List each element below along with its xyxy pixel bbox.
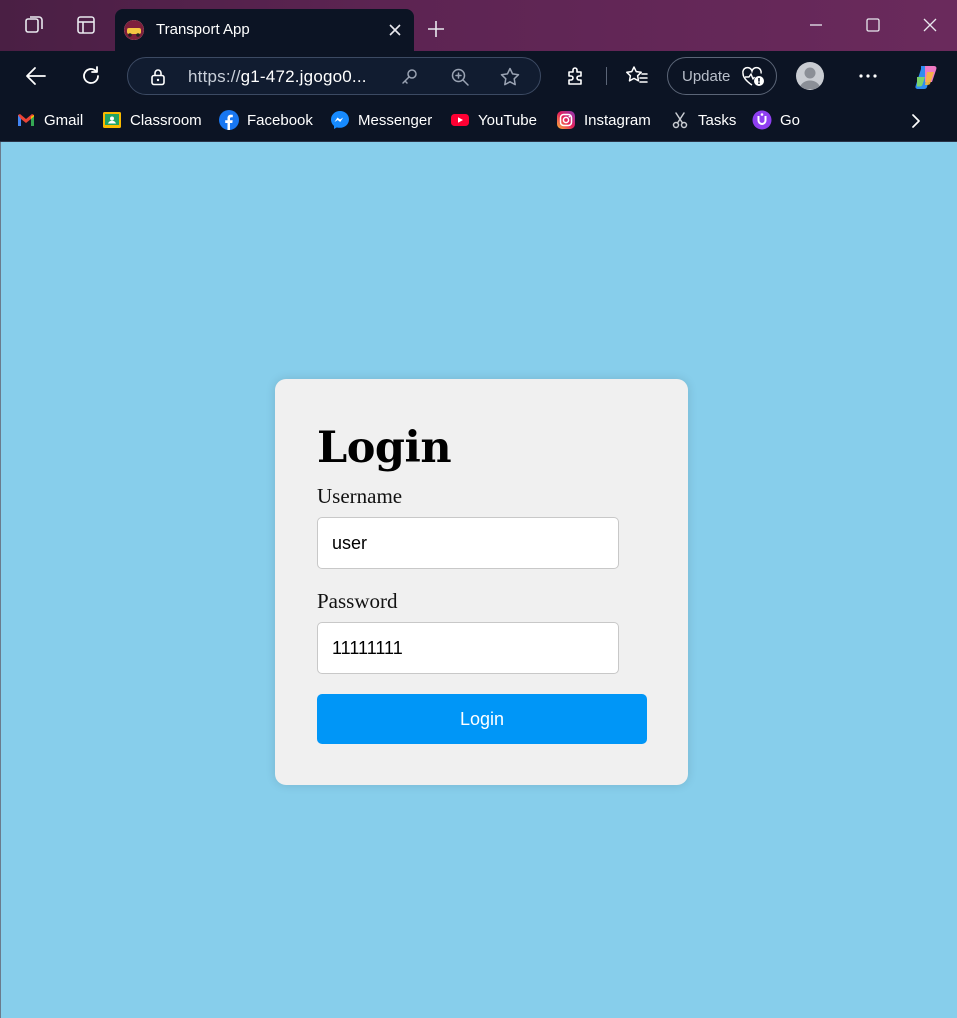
browser-titlebar: Transport App xyxy=(0,0,957,51)
active-tab[interactable]: Transport App xyxy=(115,9,414,51)
more-options-icon[interactable] xyxy=(855,63,881,89)
copilot-icon[interactable] xyxy=(912,63,938,89)
password-label: Password xyxy=(317,589,398,613)
bookmark-label: Facebook xyxy=(247,111,313,129)
workspaces-icon[interactable] xyxy=(23,14,45,36)
username-input[interactable] xyxy=(317,517,619,569)
youtube-icon xyxy=(450,110,470,130)
lock-icon[interactable] xyxy=(148,67,168,87)
zoom-icon[interactable] xyxy=(450,67,470,87)
bookmark-classroom[interactable]: Classroom xyxy=(102,109,202,131)
address-bar[interactable]: https://g1-472.jgogo0... xyxy=(127,57,541,95)
update-button[interactable]: Update xyxy=(667,57,777,95)
go-icon xyxy=(752,110,772,130)
health-alert-icon xyxy=(741,66,765,88)
login-button[interactable]: Login xyxy=(317,694,647,744)
key-icon[interactable] xyxy=(399,67,419,87)
tasks-icon xyxy=(670,110,690,130)
messenger-icon xyxy=(330,110,350,130)
bookmarks-bar: Gmail Classroom Facebook Messenger YouTu… xyxy=(0,101,957,142)
bookmark-go[interactable]: Go xyxy=(752,109,800,131)
favorite-star-icon[interactable] xyxy=(499,66,521,88)
bookmark-label: Messenger xyxy=(358,111,433,129)
page-viewport: Login Username Password Login xyxy=(0,142,957,1018)
refresh-icon[interactable] xyxy=(78,63,104,89)
bookmark-instagram[interactable]: Instagram xyxy=(556,109,651,131)
bookmark-label: Tasks xyxy=(698,111,737,129)
maximize-icon[interactable] xyxy=(862,14,884,36)
favorites-icon[interactable] xyxy=(624,63,650,89)
bookmark-messenger[interactable]: Messenger xyxy=(330,109,432,131)
bookmark-label: Gmail xyxy=(44,111,84,129)
bookmark-label: Classroom xyxy=(130,111,202,129)
login-card: Login Username Password Login xyxy=(275,379,688,785)
tab-title: Transport App xyxy=(156,21,250,38)
url-scheme: https:// xyxy=(188,67,241,86)
bookmark-label: YouTube xyxy=(478,111,537,129)
bookmark-tasks[interactable]: Tasks xyxy=(670,109,736,131)
bookmark-gmail[interactable]: Gmail xyxy=(16,109,83,131)
back-arrow-icon[interactable] xyxy=(23,63,49,89)
profile-avatar-icon[interactable] xyxy=(796,62,824,90)
login-heading: Login xyxy=(317,423,452,473)
bookmark-label: Instagram xyxy=(584,111,651,129)
bookmark-facebook[interactable]: Facebook xyxy=(219,109,313,131)
instagram-icon xyxy=(556,110,576,130)
bookmark-label: Go xyxy=(780,111,801,129)
update-label: Update xyxy=(682,68,731,85)
url-host: g1-472.jgogo0... xyxy=(240,67,367,86)
transport-app-favicon-icon xyxy=(124,20,144,40)
facebook-icon xyxy=(219,110,239,130)
minimize-icon[interactable] xyxy=(805,14,827,36)
toolbar-divider xyxy=(606,67,607,85)
extensions-icon[interactable] xyxy=(563,63,589,89)
password-input[interactable] xyxy=(317,622,619,674)
username-label: Username xyxy=(317,484,403,508)
new-tab-icon[interactable] xyxy=(425,18,447,40)
url-text[interactable]: https://g1-472.jgogo0... xyxy=(188,67,367,87)
close-window-icon[interactable] xyxy=(919,14,941,36)
bookmark-youtube[interactable]: YouTube xyxy=(450,109,537,131)
browser-toolbar: https://g1-472.jgogo0... Update xyxy=(0,51,957,101)
gmail-icon xyxy=(16,110,36,130)
classroom-icon xyxy=(102,110,122,130)
more-bookmarks-chevron-icon[interactable] xyxy=(906,111,926,131)
close-tab-icon[interactable] xyxy=(386,21,404,39)
tab-actions-icon[interactable] xyxy=(75,14,97,36)
